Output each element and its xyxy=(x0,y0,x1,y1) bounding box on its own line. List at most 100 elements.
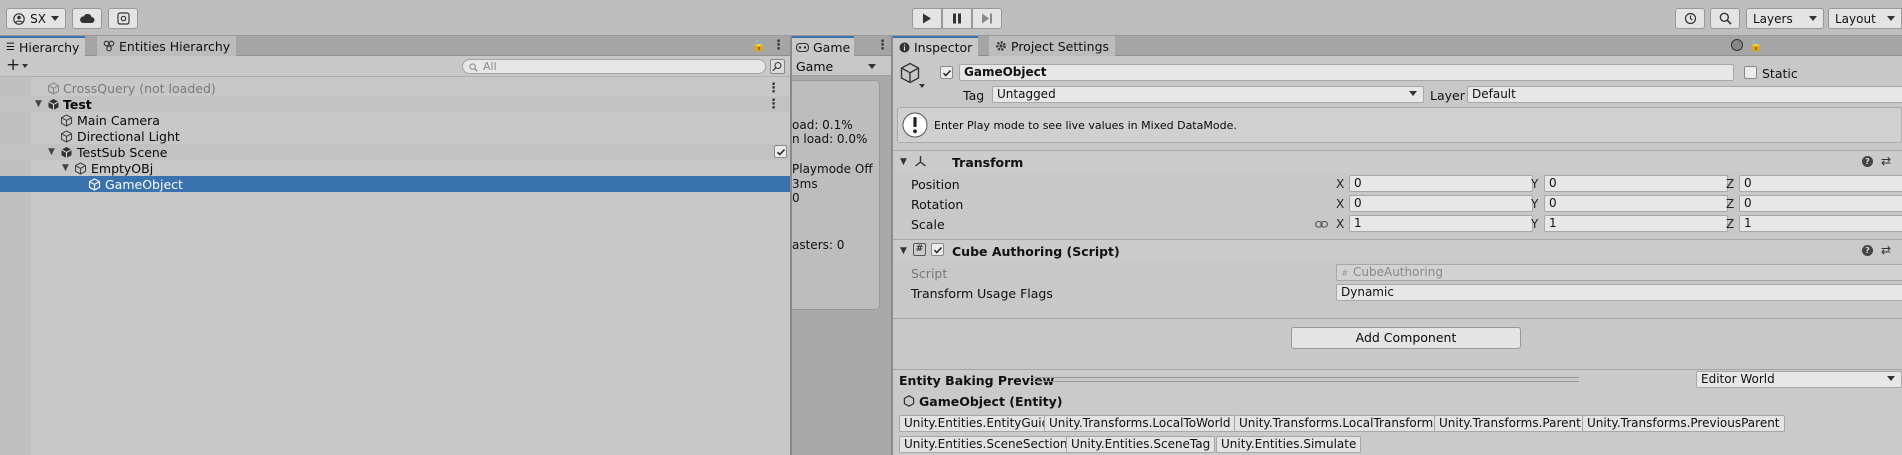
gameobject-icon xyxy=(60,129,73,143)
axis-x-label: X xyxy=(1336,197,1345,211)
scale-x-input[interactable]: 1 xyxy=(1349,215,1533,232)
stat-line: Playmode Off xyxy=(792,162,873,176)
preset-icon[interactable]: ⇄ xyxy=(1881,154,1891,168)
row-menu-icon[interactable]: ⋮ xyxy=(767,81,780,96)
hierarchy-panel: ☰ Hierarchy Entities Hierarchy 🔓 ⋮ + All… xyxy=(0,36,790,455)
fold-arrow-icon[interactable]: ▼ xyxy=(900,246,907,256)
position-label: Position xyxy=(911,177,960,192)
play-button[interactable] xyxy=(912,8,942,29)
info-box: Enter Play mode to see live values in Mi… xyxy=(893,105,1902,145)
component-tag[interactable]: Unity.Transforms.LocalToWorld xyxy=(1044,415,1236,432)
hierarchy-row-testsub-scene[interactable]: ▼ TestSub Scene xyxy=(0,144,790,160)
tab-hierarchy[interactable]: ☰ Hierarchy xyxy=(0,36,86,57)
static-checkbox[interactable] xyxy=(1744,66,1757,79)
stat-line: 3ms xyxy=(792,177,818,191)
fold-arrow-icon[interactable]: ▼ xyxy=(62,163,69,173)
chevron-down-icon[interactable] xyxy=(919,84,925,88)
layers-label: Layers xyxy=(1753,11,1793,26)
search-icon xyxy=(469,63,478,72)
search-button[interactable] xyxy=(1710,8,1740,29)
position-x-input[interactable]: 0 xyxy=(1349,175,1533,192)
layer-dropdown[interactable]: Default xyxy=(1467,86,1902,103)
step-icon xyxy=(982,13,992,24)
hierarchy-row-gameobject[interactable]: GameObject xyxy=(0,176,790,192)
hierarchy-search-input[interactable]: All xyxy=(462,59,766,74)
scale-y-input[interactable]: 1 xyxy=(1544,215,1728,232)
cube-authoring-header[interactable]: ▼ # Cube Authoring (Script) ? ⇄ xyxy=(893,240,1902,262)
preset-icon[interactable]: ⇄ xyxy=(1881,243,1891,257)
game-panel: Game ⋮ Game oad: 0.1% n load: 0.0% Playm… xyxy=(792,36,892,455)
unity-scene-icon xyxy=(47,98,60,111)
panel-menu-icon[interactable]: ⋮ xyxy=(772,38,785,53)
rotation-x-input[interactable]: 0 xyxy=(1349,195,1533,212)
fold-arrow-icon[interactable]: ▼ xyxy=(48,147,55,157)
hierarchy-row-main-camera[interactable]: Main Camera xyxy=(0,112,790,128)
world-dropdown[interactable]: Editor World xyxy=(1696,371,1902,388)
hierarchy-row-crossquery[interactable]: CrossQuery (not loaded) ⋮ xyxy=(0,80,790,96)
search-by-type-button[interactable] xyxy=(770,59,785,74)
cloud-icon xyxy=(80,13,95,23)
lock-icon[interactable]: 🔓 xyxy=(752,39,766,52)
component-tag[interactable]: Unity.Transforms.Parent xyxy=(1434,415,1586,432)
scale-z-input[interactable]: 1 xyxy=(1739,215,1902,232)
hierarchy-row-directional-light[interactable]: Directional Light xyxy=(0,128,790,144)
component-tag[interactable]: Unity.Transforms.LocalTransform xyxy=(1234,415,1439,432)
axis-y-label: Y xyxy=(1531,177,1539,191)
position-y-input[interactable]: 0 xyxy=(1544,175,1728,192)
tab-project-settings[interactable]: Project Settings xyxy=(989,36,1116,56)
hierarchy-row-test[interactable]: ▼ Test ⋮ xyxy=(0,96,790,112)
hierarchy-row-label: CrossQuery (not loaded) xyxy=(63,80,216,96)
game-view-dropdown[interactable]: Game xyxy=(796,59,833,74)
checkmark-icon xyxy=(933,246,942,254)
debug-icon[interactable] xyxy=(1731,39,1743,51)
position-z-input[interactable]: 0 xyxy=(1739,175,1902,192)
component-tag[interactable]: Unity.Entities.SceneSection xyxy=(899,436,1073,453)
search-icon xyxy=(1719,12,1732,25)
step-button[interactable] xyxy=(972,8,1002,29)
resize-grip[interactable] xyxy=(1031,377,1579,382)
layers-dropdown[interactable]: Layers xyxy=(1746,8,1824,29)
fold-arrow-icon[interactable]: ▼ xyxy=(900,157,907,167)
lock-icon[interactable]: 🔓 xyxy=(1749,39,1763,52)
component-tag[interactable]: Unity.Entities.EntityGuid xyxy=(899,415,1055,432)
tab-inspector[interactable]: Inspector xyxy=(893,36,979,57)
tab-entities-hierarchy[interactable]: Entities Hierarchy xyxy=(97,36,237,56)
checkmark-icon xyxy=(942,69,951,77)
pause-button[interactable] xyxy=(942,8,972,29)
tab-entities-label: Entities Hierarchy xyxy=(119,38,231,54)
chevron-down-icon[interactable] xyxy=(868,64,876,69)
active-checkbox[interactable] xyxy=(940,66,953,79)
chevron-down-icon xyxy=(1409,91,1417,96)
panel-menu-icon[interactable]: ⋮ xyxy=(876,38,889,53)
chevron-down-icon[interactable] xyxy=(22,64,28,68)
help-icon[interactable]: ? xyxy=(1862,156,1873,167)
transform-header[interactable]: ▼ Transform ? ⇄ xyxy=(893,151,1902,173)
object-name-input[interactable]: GameObject xyxy=(959,64,1734,81)
account-dropdown[interactable]: SX xyxy=(6,8,66,29)
info-box-frame: Enter Play mode to see live values in Mi… xyxy=(897,107,1902,143)
rotation-z-input[interactable]: 0 xyxy=(1739,195,1902,212)
transform-usage-flags-label: Transform Usage Flags xyxy=(911,286,1053,301)
component-tag[interactable]: Unity.Entities.SceneTag xyxy=(1066,436,1216,453)
subscene-checkbox[interactable] xyxy=(774,145,787,158)
component-tag[interactable]: Unity.Entities.Simulate xyxy=(1216,436,1362,453)
component-tag[interactable]: Unity.Transforms.PreviousParent xyxy=(1582,415,1785,432)
history-button[interactable] xyxy=(1675,8,1705,29)
game-tab-bar: Game ⋮ xyxy=(792,36,892,57)
rotation-y-input[interactable]: 0 xyxy=(1544,195,1728,212)
transform-usage-flags-dropdown[interactable]: Dynamic xyxy=(1336,284,1902,301)
link-icon[interactable] xyxy=(1315,220,1328,229)
add-component-button[interactable]: Add Component xyxy=(1291,327,1521,349)
help-icon[interactable]: ? xyxy=(1862,245,1873,256)
tag-dropdown[interactable]: Untagged xyxy=(992,86,1424,103)
fold-arrow-icon[interactable]: ▼ xyxy=(35,99,42,109)
tab-game[interactable]: Game xyxy=(792,36,855,57)
services-button[interactable] xyxy=(108,8,138,29)
hierarchy-row-emptyobj[interactable]: ▼ EmptyOBj xyxy=(0,160,790,176)
layout-dropdown[interactable]: Layout xyxy=(1828,8,1902,29)
cloud-button[interactable] xyxy=(72,8,102,29)
hierarchy-row-label: Directional Light xyxy=(77,128,180,144)
add-icon[interactable]: + xyxy=(6,56,20,75)
component-enabled-checkbox[interactable] xyxy=(931,243,944,256)
row-menu-icon[interactable]: ⋮ xyxy=(767,97,780,112)
